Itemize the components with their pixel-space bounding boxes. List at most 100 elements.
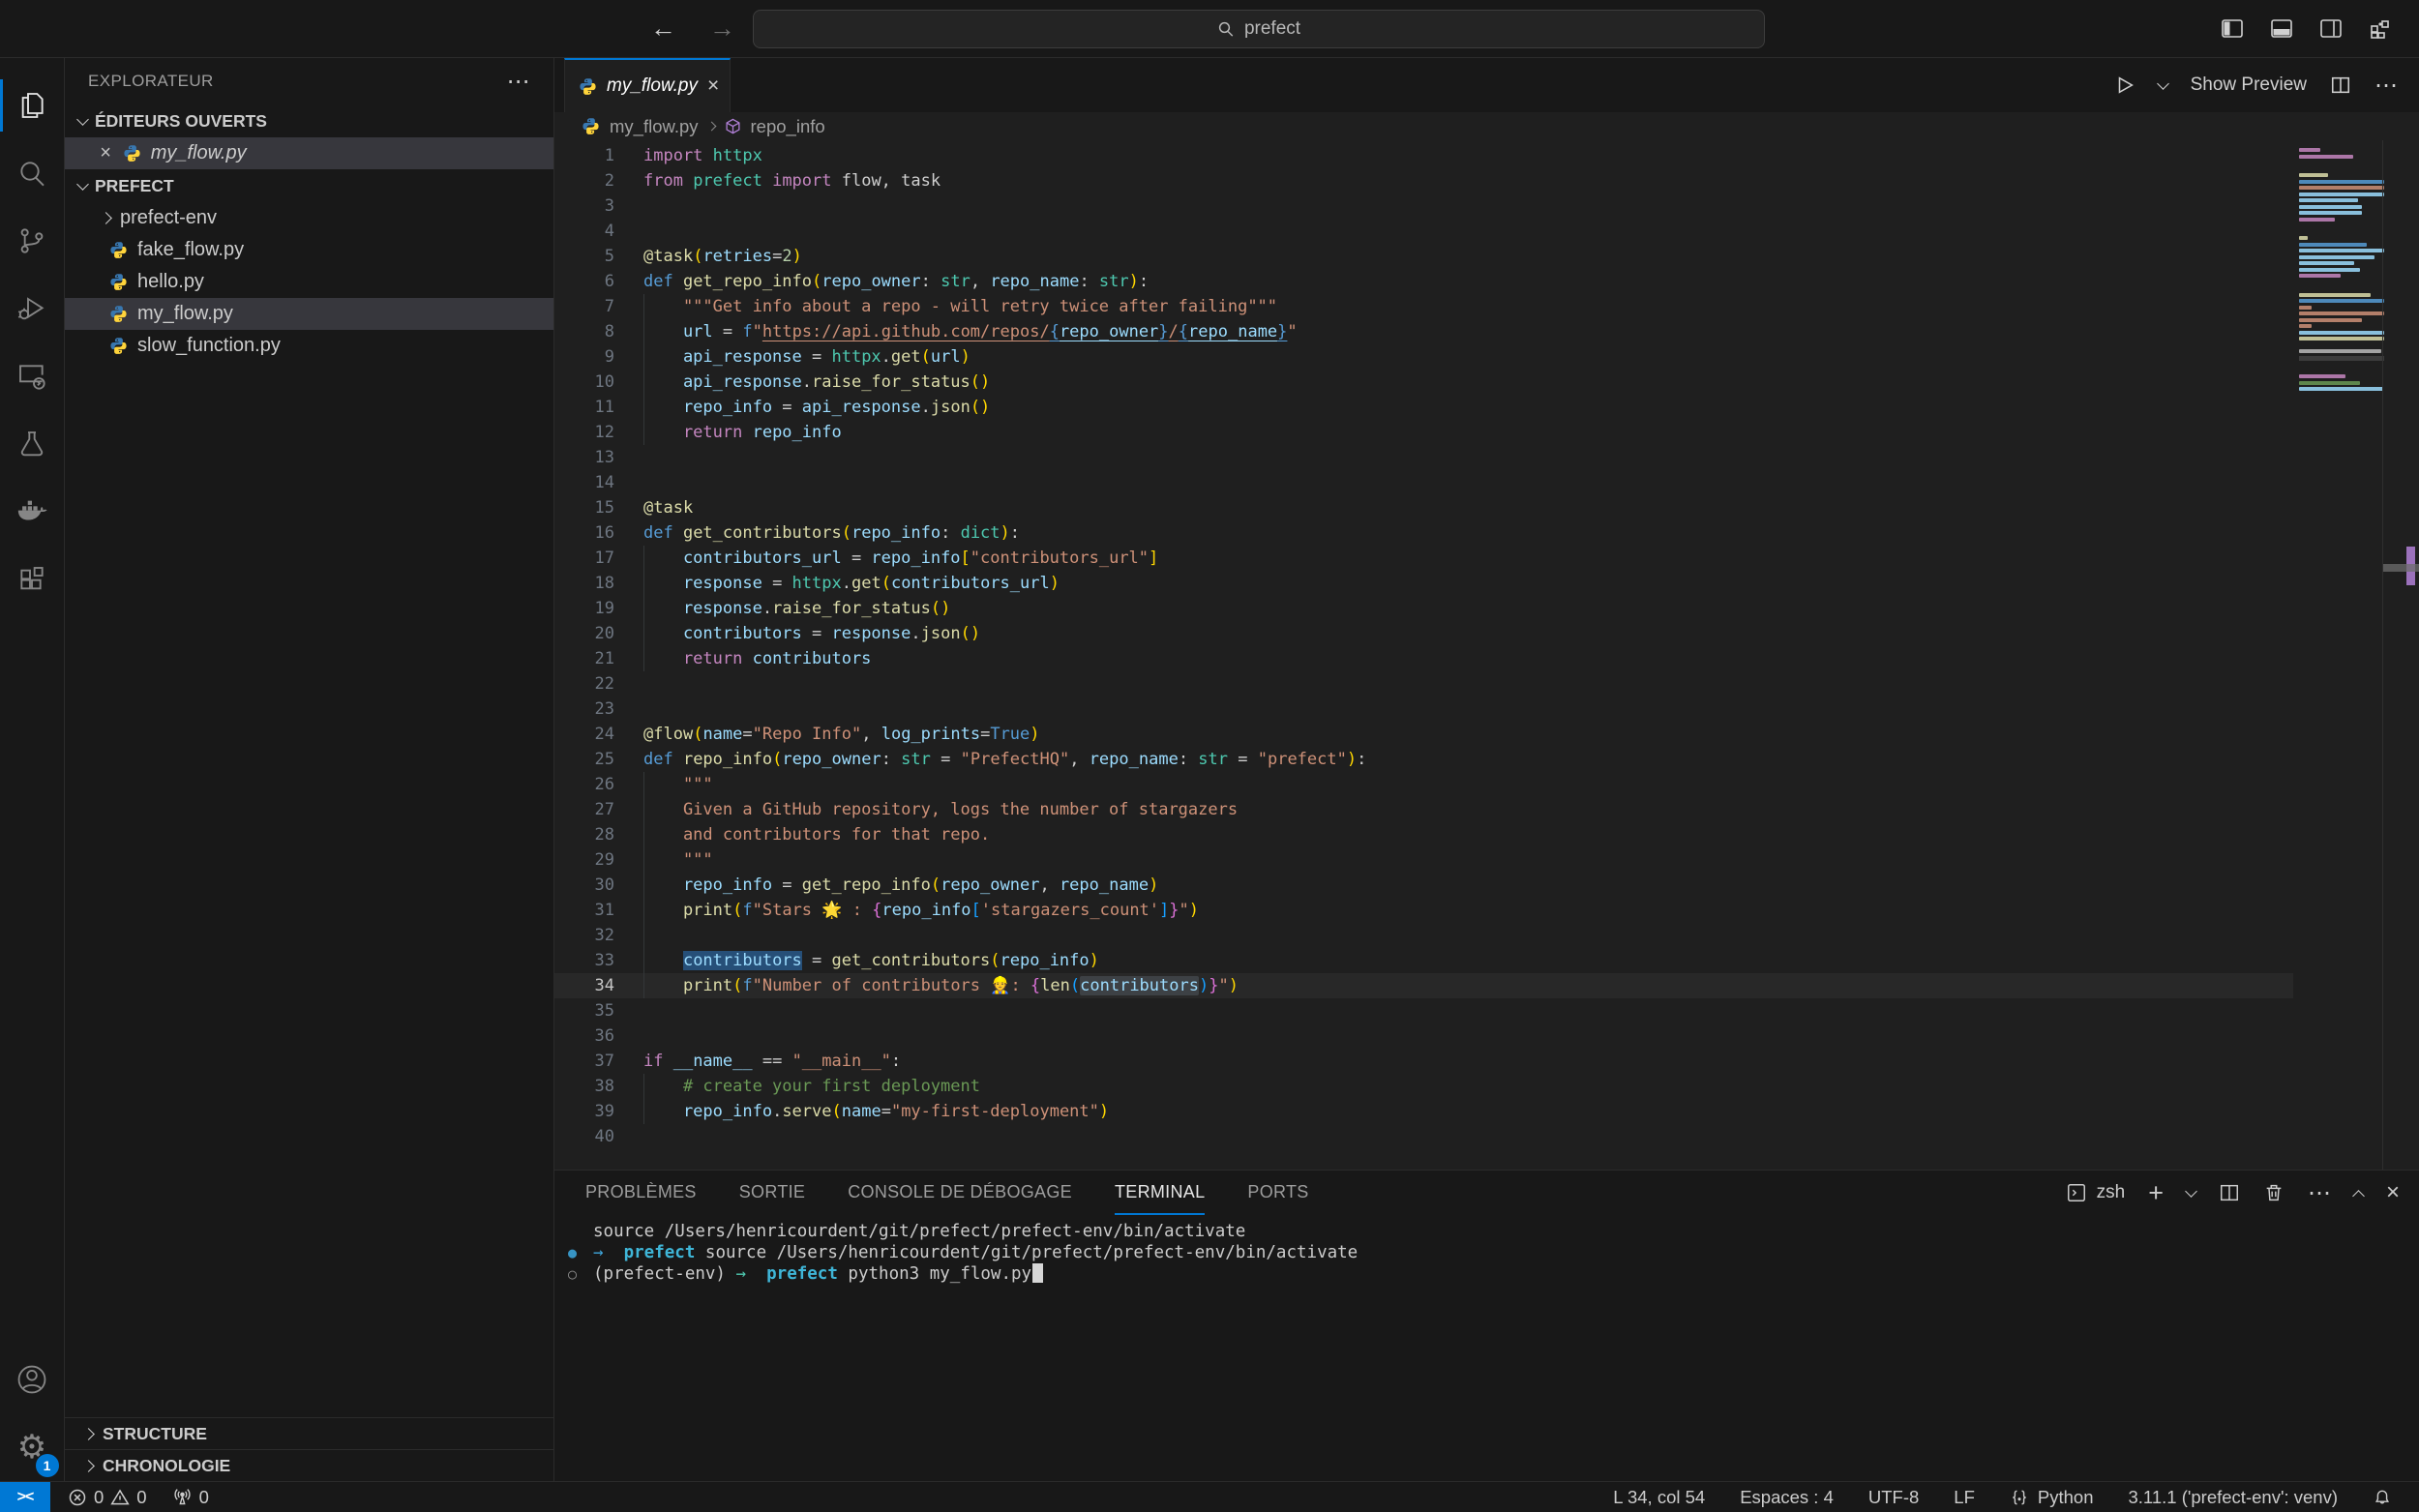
line-number[interactable]: 27 <box>554 797 614 822</box>
code-line[interactable]: 28 and contributors for that repo. <box>554 822 2293 847</box>
line-number[interactable]: 34 <box>554 973 614 998</box>
customize-layout-icon[interactable] <box>2369 17 2392 41</box>
line-number[interactable]: 32 <box>554 923 614 948</box>
line-number[interactable]: 10 <box>554 370 614 395</box>
code-line[interactable]: 30 repo_info = get_repo_info(repo_owner,… <box>554 873 2293 898</box>
line-number[interactable]: 38 <box>554 1074 614 1099</box>
line-number[interactable]: 30 <box>554 873 614 898</box>
close-panel-icon[interactable]: × <box>2386 1179 2400 1206</box>
line-number[interactable]: 13 <box>554 445 614 470</box>
line-number[interactable]: 2 <box>554 168 614 193</box>
kill-terminal-trash-icon[interactable] <box>2263 1182 2285 1203</box>
code-line[interactable]: 36 <box>554 1023 2293 1049</box>
code-line[interactable]: 29 """ <box>554 847 2293 873</box>
code-line[interactable]: 2from prefect import flow, task <box>554 168 2293 193</box>
line-number[interactable]: 15 <box>554 495 614 520</box>
code-line[interactable]: 3 <box>554 193 2293 219</box>
python-interpreter[interactable]: 3.11.1 ('prefect-env': venv) <box>2129 1487 2339 1508</box>
code-line[interactable]: 38 # create your first deployment <box>554 1074 2293 1099</box>
activity-testing[interactable] <box>0 410 65 478</box>
code-line[interactable]: 18 response = httpx.get(contributors_url… <box>554 571 2293 596</box>
line-number[interactable]: 37 <box>554 1049 614 1074</box>
breadcrumb-file[interactable]: my_flow.py <box>610 116 699 137</box>
line-number[interactable]: 29 <box>554 847 614 873</box>
indentation[interactable]: Espaces : 4 <box>1740 1487 1834 1508</box>
code-line[interactable]: 14 <box>554 470 2293 495</box>
code-line[interactable]: 22 <box>554 671 2293 697</box>
code-line[interactable]: 19 response.raise_for_status() <box>554 596 2293 621</box>
encoding[interactable]: UTF-8 <box>1868 1487 1919 1508</box>
code-line[interactable]: 5@task(retries=2) <box>554 244 2293 269</box>
file-prefect-env[interactable]: prefect-env <box>65 202 553 234</box>
activity-explorer[interactable] <box>0 72 65 139</box>
section-chronologie[interactable]: CHRONOLOGIE <box>65 1449 553 1481</box>
code-line[interactable]: 35 <box>554 998 2293 1023</box>
line-number[interactable]: 25 <box>554 747 614 772</box>
line-number[interactable]: 35 <box>554 998 614 1023</box>
toggle-primary-sidebar-icon[interactable] <box>2221 17 2244 41</box>
line-number[interactable]: 8 <box>554 319 614 344</box>
minimap[interactable] <box>2293 140 2419 1170</box>
code-line[interactable]: 39 repo_info.serve(name="my-first-deploy… <box>554 1099 2293 1124</box>
code-line[interactable]: 21 return contributors <box>554 646 2293 671</box>
tab-my-flow[interactable]: my_flow.py × <box>564 58 731 112</box>
toggle-secondary-sidebar-icon[interactable] <box>2319 17 2343 41</box>
panel-more-actions-icon[interactable]: ⋯ <box>2308 1179 2331 1207</box>
code-line[interactable]: 10 api_response.raise_for_status() <box>554 370 2293 395</box>
section-open-editors[interactable]: ÉDITEURS OUVERTS <box>65 104 553 137</box>
activity-search[interactable] <box>0 139 65 207</box>
code-line[interactable]: 23 <box>554 697 2293 722</box>
line-number[interactable]: 20 <box>554 621 614 646</box>
line-number[interactable]: 33 <box>554 948 614 973</box>
panel-tab-probl-mes[interactable]: PROBLÈMES <box>585 1171 697 1215</box>
line-number[interactable]: 14 <box>554 470 614 495</box>
new-terminal-icon[interactable]: + <box>2148 1178 2164 1208</box>
file-fake_flow.py[interactable]: fake_flow.py <box>65 234 553 266</box>
code-line[interactable]: 37if __name__ == "__main__": <box>554 1049 2293 1074</box>
line-number[interactable]: 39 <box>554 1099 614 1124</box>
code-line[interactable]: 32 <box>554 923 2293 948</box>
line-number[interactable]: 31 <box>554 898 614 923</box>
section-workspace-prefect[interactable]: PREFECT <box>65 169 553 202</box>
problems-status[interactable]: 0 0 <box>68 1487 147 1508</box>
activity-run-debug[interactable] <box>0 275 65 342</box>
ports-status[interactable]: 0 <box>172 1487 209 1508</box>
line-number[interactable]: 16 <box>554 520 614 546</box>
line-number[interactable]: 6 <box>554 269 614 294</box>
line-number[interactable]: 4 <box>554 219 614 244</box>
code-line[interactable]: 17 contributors_url = repo_info["contrib… <box>554 546 2293 571</box>
settings-gear-icon[interactable]: ⚙ 1 <box>0 1413 65 1481</box>
account-icon[interactable] <box>0 1346 65 1413</box>
code-line[interactable]: 27 Given a GitHub repository, logs the n… <box>554 797 2293 822</box>
line-number[interactable]: 1 <box>554 143 614 168</box>
code-line[interactable]: 8 url = f"https://api.github.com/repos/{… <box>554 319 2293 344</box>
code-line[interactable]: 16def get_contributors(repo_info: dict): <box>554 520 2293 546</box>
terminal-dropdown-chevron-icon[interactable] <box>2185 1185 2197 1198</box>
activity-remote-explorer[interactable] <box>0 342 65 410</box>
activity-extensions[interactable] <box>0 546 65 613</box>
show-preview-button[interactable]: Show Preview <box>2191 74 2307 96</box>
panel-tab-console-de-d-bogage[interactable]: CONSOLE DE DÉBOGAGE <box>848 1171 1072 1215</box>
line-number[interactable]: 19 <box>554 596 614 621</box>
split-editor-icon[interactable] <box>2330 74 2351 96</box>
file-hello.py[interactable]: hello.py <box>65 266 553 298</box>
editor-more-actions-icon[interactable]: ⋯ <box>2374 72 2398 100</box>
remote-indicator[interactable]: >< <box>0 1482 50 1512</box>
scrollbar-handle[interactable] <box>2383 564 2419 572</box>
history-forward-icon[interactable]: → <box>709 14 735 44</box>
line-number[interactable]: 24 <box>554 722 614 747</box>
line-number[interactable]: 26 <box>554 772 614 797</box>
code-line[interactable]: 15@task <box>554 495 2293 520</box>
code-line[interactable]: 26 """ <box>554 772 2293 797</box>
tab-close-icon[interactable]: × <box>707 74 719 98</box>
explorer-more-actions-icon[interactable]: ⋯ <box>507 68 530 96</box>
line-number[interactable]: 18 <box>554 571 614 596</box>
code-line[interactable]: 6def get_repo_info(repo_owner: str, repo… <box>554 269 2293 294</box>
toggle-panel-icon[interactable] <box>2270 17 2293 41</box>
eol-sequence[interactable]: LF <box>1954 1487 1975 1508</box>
command-center-search[interactable]: prefect <box>753 10 1765 48</box>
language-mode[interactable]: Python <box>2010 1487 2094 1508</box>
code-line[interactable]: 31 print(f"Stars 🌟 : {repo_info['stargaz… <box>554 898 2293 923</box>
code-line[interactable]: 25def repo_info(repo_owner: str = "Prefe… <box>554 747 2293 772</box>
run-dropdown-chevron-icon[interactable] <box>2157 77 2169 90</box>
